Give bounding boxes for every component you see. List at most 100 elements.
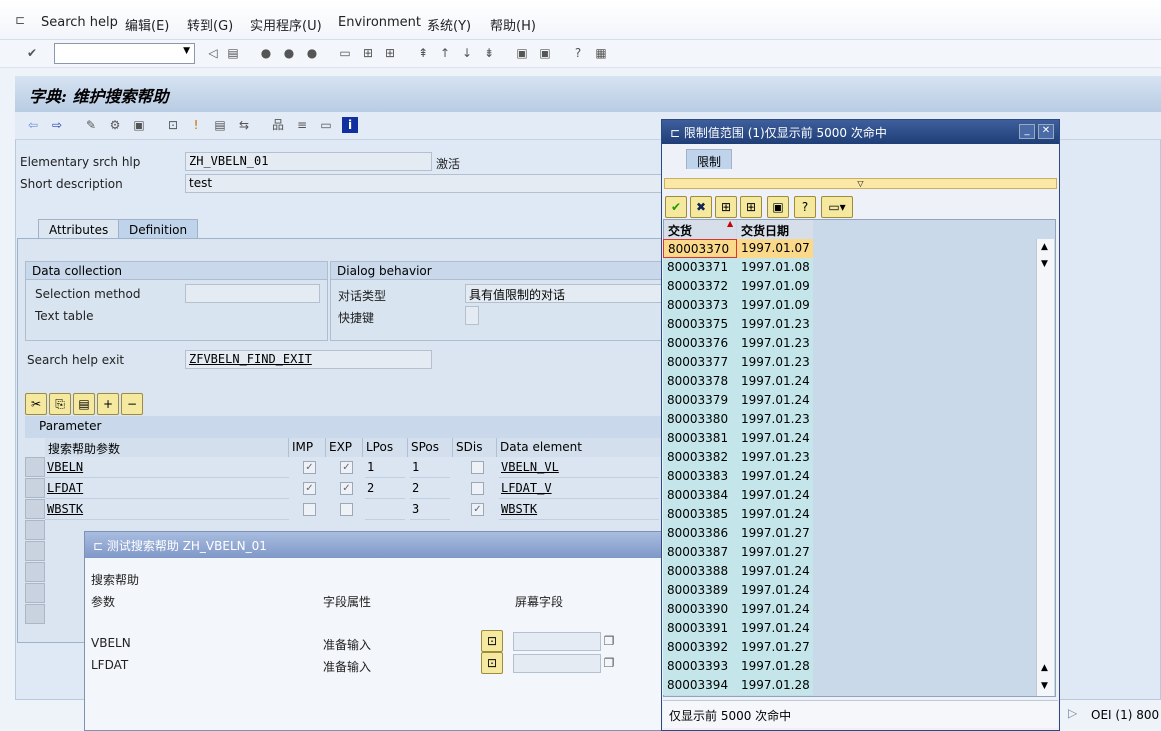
tab-definition[interactable]: Definition: [118, 219, 199, 239]
test-icon[interactable]: ▤: [212, 117, 228, 133]
back-icon[interactable]: ●: [258, 45, 274, 61]
row-selector[interactable]: [25, 457, 45, 477]
dialog-type-field[interactable]: 具有值限制的对话: [465, 284, 665, 303]
delivery-cell[interactable]: 80003377: [663, 353, 737, 372]
delivery-cell[interactable]: 80003375: [663, 315, 737, 334]
col-header-sdis[interactable]: SDis: [453, 438, 497, 457]
check-icon[interactable]: ⊡: [165, 117, 181, 133]
delivery-date-cell[interactable]: 1997.01.23: [737, 448, 813, 467]
print-icon[interactable]: ▭: [337, 45, 353, 61]
delivery-date-cell[interactable]: 1997.01.24: [737, 372, 813, 391]
delivery-cell[interactable]: 80003378: [663, 372, 737, 391]
srch-help-field[interactable]: ZH_VBELN_01: [185, 152, 432, 171]
hierarchy-icon[interactable]: 品: [270, 117, 286, 133]
copy-button[interactable]: ⎘: [49, 393, 71, 415]
insert-row-button[interactable]: +: [97, 393, 119, 415]
delivery-cell[interactable]: 80003373: [663, 296, 737, 315]
delivery-date-cell[interactable]: 1997.01.23: [737, 410, 813, 429]
delivery-date-cell[interactable]: 1997.01.24: [737, 486, 813, 505]
lpos-cell[interactable]: 1: [365, 457, 405, 478]
short-desc-field[interactable]: test: [185, 174, 665, 193]
prev-page-icon[interactable]: ↑: [437, 45, 453, 61]
enter-icon[interactable]: ✔: [24, 45, 40, 61]
find-next-button[interactable]: ⊞: [740, 196, 762, 218]
delivery-date-cell[interactable]: 1997.01.24: [737, 600, 813, 619]
delivery-date-cell[interactable]: 1997.01.28: [737, 676, 813, 695]
delivery-cell[interactable]: 80003371: [663, 258, 737, 277]
selection-method-field[interactable]: [185, 284, 320, 303]
next-page-icon[interactable]: ↓: [459, 45, 475, 61]
delivery-date-cell[interactable]: 1997.01.07: [737, 239, 813, 258]
window-menu-icon[interactable]: ⊏: [12, 12, 28, 28]
screen-field-input[interactable]: [513, 632, 601, 651]
delivery-cell[interactable]: 80003381: [663, 429, 737, 448]
delivery-cell[interactable]: 80003388: [663, 562, 737, 581]
delivery-cell[interactable]: 80003370: [663, 239, 737, 258]
value-help-button[interactable]: ⊡: [481, 652, 503, 674]
layout-icon[interactable]: ▦: [593, 45, 609, 61]
col-header-imp[interactable]: IMP: [289, 438, 326, 457]
find-icon[interactable]: ⊞: [360, 45, 376, 61]
menu-goto[interactable]: 转到(G): [187, 15, 233, 34]
menu-search-help[interactable]: Search help: [41, 15, 118, 30]
delivery-cell[interactable]: 80003382: [663, 448, 737, 467]
param-name[interactable]: WBSTK: [45, 499, 289, 520]
delivery-date-cell[interactable]: 1997.01.09: [737, 296, 813, 315]
delivery-date-cell[interactable]: 1997.01.08: [737, 258, 813, 277]
delivery-date-cell[interactable]: 1997.01.24: [737, 429, 813, 448]
col-header-data-element[interactable]: Data element: [497, 438, 667, 457]
delivery-cell[interactable]: 80003394: [663, 676, 737, 695]
menu-system[interactable]: 系统(Y): [427, 15, 471, 34]
delivery-date-cell[interactable]: 1997.01.24: [737, 581, 813, 600]
delivery-date-cell[interactable]: 1997.01.23: [737, 353, 813, 372]
display-list-icon[interactable]: ≡: [294, 117, 310, 133]
delivery-date-cell[interactable]: 1997.01.09: [737, 277, 813, 296]
delivery-cell[interactable]: 80003393: [663, 657, 737, 676]
command-field[interactable]: ▼: [54, 43, 195, 64]
data-element-cell[interactable]: WBSTK: [499, 499, 659, 520]
delivery-cell[interactable]: 80003386: [663, 524, 737, 543]
delivery-date-cell[interactable]: 1997.01.23: [737, 315, 813, 334]
col-header-param[interactable]: 搜索帮助参数: [45, 438, 289, 457]
exp-checkbox[interactable]: [340, 503, 353, 516]
row-selector[interactable]: [25, 604, 45, 624]
col-header-delivery-date[interactable]: 交货日期: [737, 220, 813, 239]
back-triangle-icon[interactable]: ◁: [205, 45, 221, 61]
delivery-cell[interactable]: 80003387: [663, 543, 737, 562]
spos-cell[interactable]: 3: [410, 499, 450, 520]
imp-checkbox[interactable]: [303, 503, 316, 516]
print-button[interactable]: ▭▾: [821, 196, 853, 218]
scroll-down-icon[interactable]: ▼: [1041, 259, 1048, 269]
scroll-up-icon[interactable]: ▲: [1041, 242, 1048, 252]
col-header-exp[interactable]: EXP: [326, 438, 363, 457]
lpos-cell[interactable]: [365, 499, 405, 520]
tab-attributes[interactable]: Attributes: [38, 219, 120, 239]
row-selector[interactable]: [25, 562, 45, 582]
find-next-icon[interactable]: ⊞: [382, 45, 398, 61]
param-name[interactable]: LFDAT: [45, 478, 289, 499]
delivery-cell[interactable]: 80003390: [663, 600, 737, 619]
menu-environment[interactable]: Environment: [338, 15, 421, 30]
information-button[interactable]: ?: [794, 196, 816, 218]
save-icon[interactable]: ▤: [225, 45, 241, 61]
shortcut-icon[interactable]: ▣: [537, 45, 553, 61]
delivery-cell[interactable]: 80003379: [663, 391, 737, 410]
tab-restrictions[interactable]: 限制: [686, 149, 733, 169]
where-used-icon[interactable]: ⇆: [236, 117, 252, 133]
help-icon[interactable]: ?: [570, 45, 586, 61]
accept-button[interactable]: ✔: [665, 196, 687, 218]
copy-icon[interactable]: ❐: [601, 633, 617, 649]
cancel-icon[interactable]: ●: [304, 45, 320, 61]
cancel-button[interactable]: ✖: [690, 196, 712, 218]
sdis-checkbox[interactable]: ✓: [471, 503, 484, 516]
delivery-cell[interactable]: 80003384: [663, 486, 737, 505]
delivery-cell[interactable]: 80003376: [663, 334, 737, 353]
edit-pencil-icon[interactable]: ✎: [83, 117, 99, 133]
imp-checkbox[interactable]: ✓: [303, 461, 316, 474]
data-element-cell[interactable]: VBELN_VL: [499, 457, 659, 478]
data-element-cell[interactable]: LFDAT_V: [499, 478, 659, 499]
find-button[interactable]: ⊞: [715, 196, 737, 218]
lpos-cell[interactable]: 2: [365, 478, 405, 499]
paste-button[interactable]: ▤: [73, 393, 95, 415]
sdis-checkbox[interactable]: [471, 461, 484, 474]
